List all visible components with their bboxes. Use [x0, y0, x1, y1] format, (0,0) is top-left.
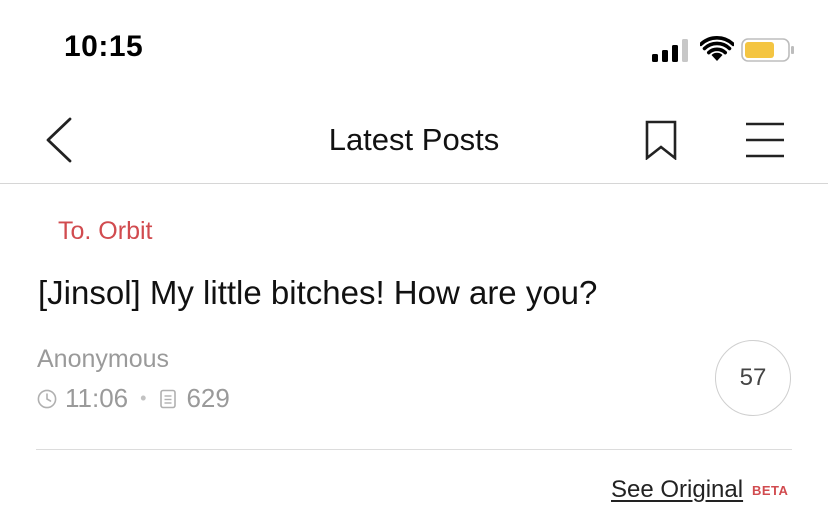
post-time: 11:06: [65, 383, 129, 413]
bookmark-button[interactable]: [645, 120, 677, 160]
comment-count-button[interactable]: 57: [715, 340, 791, 416]
document-icon: [160, 389, 177, 408]
clock-icon: [37, 389, 57, 408]
see-original-link[interactable]: See Original: [611, 476, 743, 504]
meta-separator: •: [140, 388, 147, 408]
status-time: 10:15: [64, 30, 144, 63]
page-title: Latest Posts: [328, 122, 500, 157]
menu-button[interactable]: [746, 122, 784, 158]
post-author: Anonymous: [37, 345, 170, 373]
post-meta: 11:06 • 629: [37, 383, 230, 414]
beta-badge: BETA: [752, 483, 789, 498]
battery-icon: [741, 38, 794, 62]
board-name[interactable]: To. Orbit: [58, 217, 152, 246]
nav-divider: [0, 183, 828, 184]
cellular-signal-icon: [652, 38, 690, 62]
content-divider: [36, 449, 792, 450]
wifi-icon: [700, 36, 734, 61]
post-title: [Jinsol] My little bitches! How are you?: [38, 274, 598, 311]
comment-count: 57: [739, 364, 767, 391]
post-views: 629: [186, 383, 230, 413]
